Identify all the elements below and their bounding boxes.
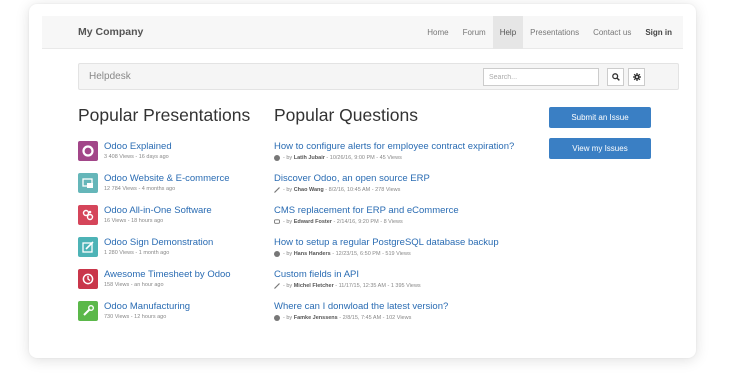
question-author[interactable]: Famke Jenssens bbox=[294, 315, 338, 321]
list-item[interactable]: Where can I donwload the latest version?… bbox=[274, 301, 544, 333]
timesheet-icon bbox=[78, 269, 98, 289]
question-title[interactable]: Where can I donwload the latest version? bbox=[274, 301, 448, 312]
odoo-logo-icon bbox=[78, 141, 98, 161]
question-title[interactable]: How to configure alerts for employee con… bbox=[274, 141, 514, 152]
presentations-list: Odoo Explained 3 408 Views - 16 days ago… bbox=[78, 141, 268, 333]
list-item[interactable]: Custom fields in API - by Michel Fletche… bbox=[274, 269, 544, 301]
question-icon bbox=[274, 155, 280, 161]
question-author[interactable]: Michel Fletcher bbox=[294, 283, 334, 289]
website-icon bbox=[78, 173, 98, 193]
question-title[interactable]: Custom fields in API bbox=[274, 269, 359, 280]
link-icon bbox=[274, 283, 280, 289]
list-item[interactable]: Discover Odoo, an open source ERP - by C… bbox=[274, 173, 544, 205]
presentation-meta: 12 784 Views - 4 months ago bbox=[104, 186, 176, 192]
question-author[interactable]: Hans Handers bbox=[294, 251, 331, 257]
question-title[interactable]: How to setup a regular PostgreSQL databa… bbox=[274, 237, 499, 248]
question-title[interactable]: CMS replacement for ERP and eCommerce bbox=[274, 205, 459, 216]
view-issues-button[interactable]: View my Issues bbox=[549, 138, 651, 159]
list-item[interactable]: Awesome Timesheet by Odoo 158 Views - an… bbox=[78, 269, 268, 301]
question-meta: - by Hans Handers - 12/23/15, 6:50 PM - … bbox=[274, 251, 411, 257]
presentation-title[interactable]: Odoo Sign Demonstration bbox=[104, 237, 213, 248]
search-input[interactable] bbox=[483, 68, 599, 86]
sign-icon bbox=[78, 237, 98, 257]
list-item[interactable]: How to setup a regular PostgreSQL databa… bbox=[274, 237, 544, 269]
list-item[interactable]: Odoo Website & E-commerce 12 784 Views -… bbox=[78, 173, 268, 205]
question-author[interactable]: Chao Wang bbox=[294, 187, 324, 193]
presentations-heading: Popular Presentations bbox=[78, 105, 251, 125]
settings-button[interactable] bbox=[628, 68, 645, 86]
page-card: My Company Home Forum Help Presentations… bbox=[29, 4, 696, 358]
helpdesk-bar: Helpdesk bbox=[78, 63, 679, 90]
list-item[interactable]: Odoo Sign Demonstration 1 280 Views - 1 … bbox=[78, 237, 268, 269]
list-item[interactable]: Odoo All-in-One Software 16 Views - 18 h… bbox=[78, 205, 268, 237]
question-icon bbox=[274, 315, 280, 321]
apps-icon bbox=[78, 205, 98, 225]
presentation-title[interactable]: Odoo Website & E-commerce bbox=[104, 173, 229, 184]
question-author[interactable]: Edward Foster bbox=[294, 219, 332, 225]
presentation-meta: 3 408 Views - 16 days ago bbox=[104, 154, 169, 160]
presentation-meta: 1 280 Views - 1 month ago bbox=[104, 250, 170, 256]
nav-home[interactable]: Home bbox=[420, 16, 455, 49]
main-nav: Home Forum Help Presentations Contact us… bbox=[420, 16, 679, 49]
question-author[interactable]: Latih Jubair bbox=[294, 155, 325, 161]
list-item[interactable]: CMS replacement for ERP and eCommerce - … bbox=[274, 205, 544, 237]
question-meta: - by Latih Jubair - 10/26/16, 9:00 PM - … bbox=[274, 155, 402, 161]
comment-icon bbox=[274, 219, 280, 225]
questions-list: How to configure alerts for employee con… bbox=[274, 141, 544, 333]
presentation-meta: 158 Views - an hour ago bbox=[104, 282, 164, 288]
question-icon bbox=[274, 251, 280, 257]
nav-help[interactable]: Help bbox=[492, 16, 524, 49]
list-item[interactable]: Odoo Manufacturing 730 Views - 12 hours … bbox=[78, 301, 268, 333]
question-meta: - by Famke Jenssens - 2/8/15, 7:45 AM - … bbox=[274, 315, 411, 321]
presentation-meta: 16 Views - 18 hours ago bbox=[104, 218, 164, 224]
search-button[interactable] bbox=[607, 68, 624, 86]
top-navbar: My Company Home Forum Help Presentations… bbox=[42, 16, 683, 49]
search-icon bbox=[611, 73, 620, 81]
list-item[interactable]: Odoo Explained 3 408 Views - 16 days ago bbox=[78, 141, 268, 173]
wrench-icon bbox=[78, 301, 98, 321]
question-meta: - by Chao Wang - 8/2/16, 10:45 AM - 278 … bbox=[274, 187, 400, 193]
question-meta: - by Edward Foster - 2/14/16, 9:20 PM - … bbox=[274, 219, 403, 225]
submit-issue-button[interactable]: Submit an Issue bbox=[549, 107, 651, 128]
presentation-meta: 730 Views - 12 hours ago bbox=[104, 314, 167, 320]
nav-presentations[interactable]: Presentations bbox=[523, 16, 586, 49]
questions-heading: Popular Questions bbox=[274, 105, 418, 125]
list-item[interactable]: How to configure alerts for employee con… bbox=[274, 141, 544, 173]
question-meta: - by Michel Fletcher - 11/17/15, 12:35 A… bbox=[274, 283, 421, 289]
link-icon bbox=[274, 187, 280, 193]
nav-contact-us[interactable]: Contact us bbox=[586, 16, 638, 49]
gear-icon bbox=[632, 73, 641, 81]
nav-sign-in[interactable]: Sign in bbox=[638, 16, 679, 49]
presentation-title[interactable]: Odoo All-in-One Software bbox=[104, 205, 212, 216]
helpdesk-title: Helpdesk bbox=[89, 71, 131, 82]
brand-logo-text[interactable]: My Company bbox=[78, 26, 143, 38]
nav-forum[interactable]: Forum bbox=[456, 16, 493, 49]
presentation-title[interactable]: Odoo Manufacturing bbox=[104, 301, 190, 312]
presentation-title[interactable]: Odoo Explained bbox=[104, 141, 172, 152]
question-title[interactable]: Discover Odoo, an open source ERP bbox=[274, 173, 430, 184]
presentation-title[interactable]: Awesome Timesheet by Odoo bbox=[104, 269, 231, 280]
